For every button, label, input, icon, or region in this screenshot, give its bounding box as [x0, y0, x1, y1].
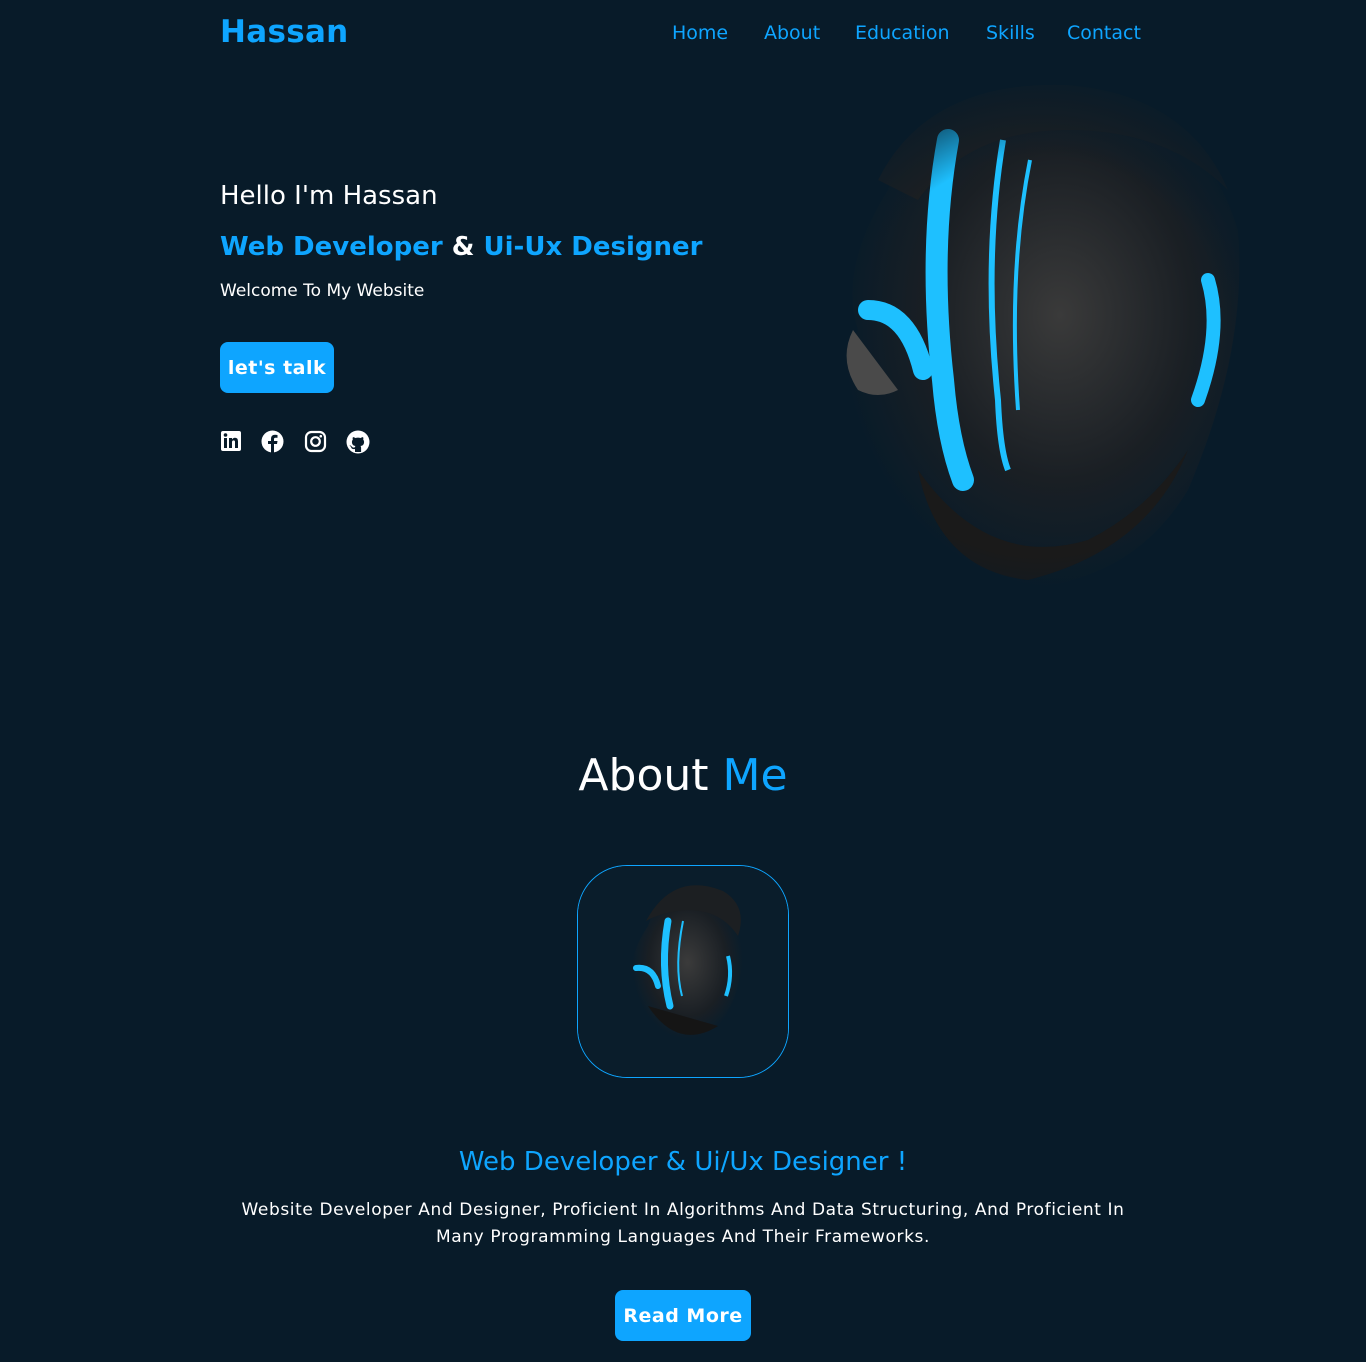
about-portrait-image	[577, 865, 789, 1078]
linkedin-icon[interactable]	[220, 430, 243, 453]
about-description: Website Developer And Designer, Proficie…	[241, 1200, 1125, 1247]
hero-greeting: Hello I'm Hassan	[220, 181, 438, 211]
nav-link-skills[interactable]: Skills	[986, 22, 1035, 44]
read-more-button[interactable]: Read More	[615, 1290, 751, 1341]
lets-talk-button[interactable]: let's talk	[220, 342, 334, 393]
nav-link-contact[interactable]: Contact	[1067, 22, 1141, 44]
hero-roles: Web Developer & Ui-Ux Designer	[220, 232, 702, 262]
facebook-icon[interactable]	[261, 430, 284, 453]
nav-link-home[interactable]: Home	[672, 22, 728, 44]
about-subtitle: Web Developer & Ui/Ux Designer !	[458, 1147, 908, 1177]
role-web-developer: Web Developer	[220, 232, 443, 262]
hero-welcome-text: Welcome To My Website	[220, 281, 425, 301]
role-ui-ux-designer: Ui-Ux Designer	[483, 232, 703, 262]
social-links	[220, 430, 380, 454]
nav-link-education[interactable]: Education	[855, 22, 950, 44]
instagram-icon[interactable]	[304, 430, 327, 453]
about-section-title: About Me	[0, 750, 1366, 801]
about-title-main: About	[578, 750, 709, 801]
top-navbar: Hassan Home About Education Skills Conta…	[0, 0, 1366, 70]
nav-link-about[interactable]: About	[764, 22, 820, 44]
nav-links: Home About Education Skills Contact	[0, 22, 1366, 52]
role-separator: &	[451, 232, 475, 262]
about-title-accent: Me	[722, 750, 788, 801]
hero-portrait-image	[768, 70, 1313, 642]
github-icon[interactable]	[346, 430, 370, 454]
